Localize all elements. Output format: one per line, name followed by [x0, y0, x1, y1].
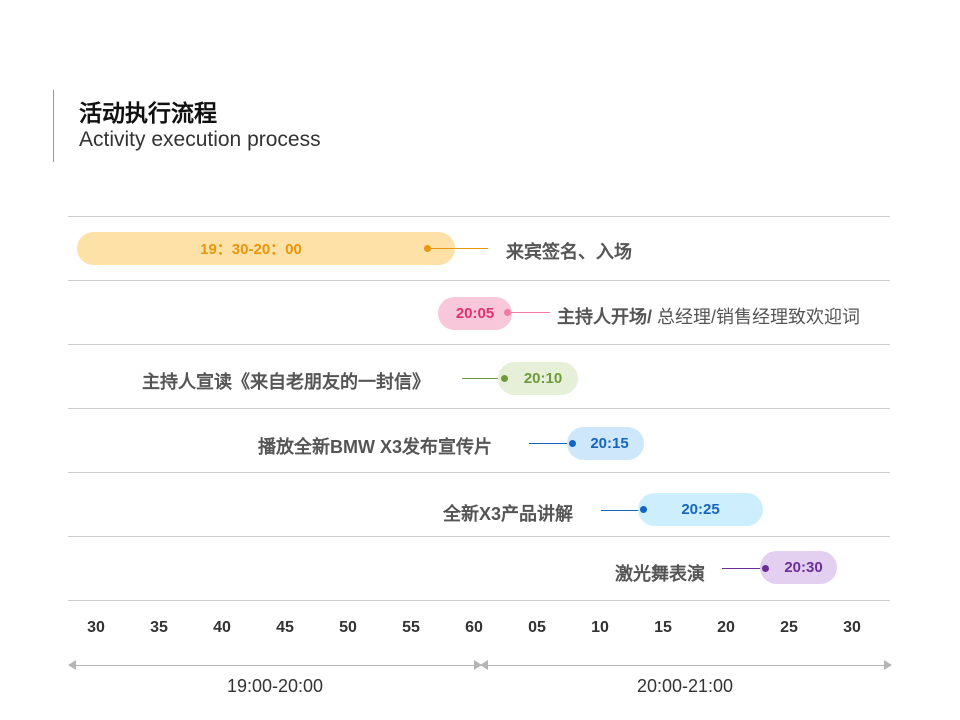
event-time: 20:10: [523, 370, 563, 387]
event-time: 20:15: [590, 435, 629, 452]
event-time-pill: 20:10: [498, 362, 578, 395]
page-subtitle: Activity execution process: [79, 128, 321, 151]
event-dot: [569, 440, 576, 447]
axis-tick: 05: [528, 619, 546, 636]
event-label: 播放全新BMW X3发布宣传片: [258, 433, 492, 459]
event-time-pill: 20:30: [760, 551, 837, 584]
event-label: 来宾签名、入场: [506, 238, 632, 264]
event-time-pill: 20:25: [638, 493, 763, 526]
event-label: 主持人宣读《来自老朋友的一封信》: [142, 368, 430, 394]
row-divider: [68, 344, 890, 345]
event-time-pill: 19：30-20：00: [77, 232, 455, 265]
event-time: 20:25: [681, 501, 720, 518]
event-label: 主持人开场/ 总经理/销售经理致欢迎词: [557, 303, 860, 329]
axis-tick: 20: [717, 619, 735, 636]
event-connector: [529, 443, 572, 444]
event-time: 20:05: [455, 305, 495, 322]
event-connector: [431, 248, 488, 249]
range-arrow-right-icon: [884, 660, 892, 670]
axis-tick: 25: [780, 619, 798, 636]
row-divider: [68, 472, 890, 473]
event-label-text: 激光舞表演: [615, 564, 705, 584]
range-line-first-hour: [74, 665, 474, 666]
axis-tick: 40: [213, 619, 231, 636]
event-dot: [762, 565, 769, 572]
axis-tick: 10: [591, 619, 609, 636]
event-label-text: 主持人宣读《来自老朋友的一封信》: [142, 372, 430, 392]
event-label-text: 全新X3产品讲解: [443, 504, 574, 524]
axis-tick: 45: [276, 619, 294, 636]
event-dot: [424, 245, 431, 252]
event-dot: [640, 506, 647, 513]
row-divider: [68, 408, 890, 409]
event-label-extra: 总经理/销售经理致欢迎词: [652, 307, 861, 327]
axis-tick: 35: [150, 619, 168, 636]
event-time-pill: 20:15: [567, 427, 644, 460]
event-time: 19：30-20：00: [200, 241, 302, 258]
row-divider: [68, 536, 890, 537]
axis-tick: 15: [654, 619, 672, 636]
range-line-second-hour: [486, 665, 886, 666]
event-time-pill: 20:05: [438, 297, 512, 330]
event-connector: [511, 312, 550, 313]
axis-tick: 50: [339, 619, 357, 636]
page-title: 活动执行流程: [79, 100, 217, 126]
event-label-text: 主持人开场/: [557, 307, 653, 327]
event-dot: [501, 375, 508, 382]
row-divider: [68, 216, 890, 217]
range-label: 20:00-21:00: [636, 676, 734, 696]
axis-tick: 30: [87, 619, 105, 636]
event-label: 全新X3产品讲解: [443, 500, 573, 526]
title-accent-bar: [53, 90, 54, 162]
event-time: 20:30: [784, 559, 823, 576]
axis-tick: 55: [402, 619, 420, 636]
event-label-text: 来宾签名、入场: [506, 242, 632, 262]
row-divider: [68, 280, 890, 281]
event-dot: [504, 309, 511, 316]
row-divider: [68, 600, 890, 601]
axis-tick: 30: [843, 619, 861, 636]
axis-tick: 60: [465, 619, 483, 636]
event-label-text: 播放全新BMW X3发布宣传片: [258, 437, 492, 457]
range-label: 19:00-20:00: [226, 676, 324, 696]
event-label: 激光舞表演: [615, 560, 705, 586]
